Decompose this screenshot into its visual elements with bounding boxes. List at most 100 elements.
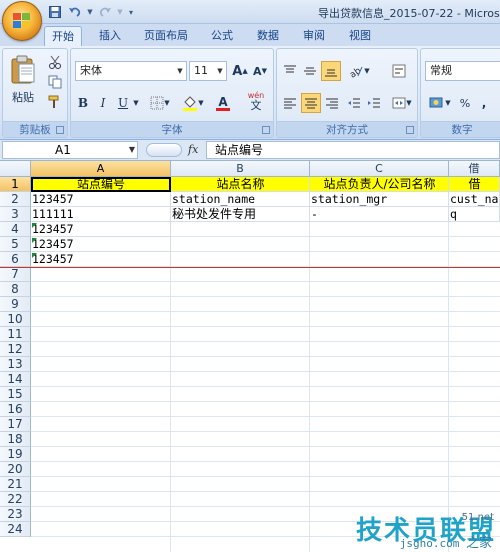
row-header[interactable]: 11 <box>0 327 31 342</box>
clipboard-group: 粘贴 剪贴板 <box>2 48 68 138</box>
cell-c2[interactable]: station_mgr <box>310 192 449 207</box>
fill-color-button[interactable]: ▼ <box>179 93 207 113</box>
row-header[interactable]: 2 <box>0 192 31 207</box>
row-header[interactable]: 23 <box>0 507 31 522</box>
cell-d2[interactable]: cust_na <box>449 192 500 207</box>
font-color-button[interactable]: A <box>209 93 237 113</box>
redo-icon[interactable] <box>96 4 114 20</box>
align-bottom-icon[interactable] <box>321 61 341 81</box>
cell-b1[interactable]: 站点名称 <box>171 177 310 192</box>
row-header[interactable]: 14 <box>0 372 31 387</box>
font-name-select[interactable]: 宋体 ▼ <box>75 61 187 81</box>
paste-button[interactable]: 粘贴 <box>7 51 39 109</box>
row-header[interactable]: 17 <box>0 417 31 432</box>
cell-a2[interactable]: 123457 <box>31 192 171 207</box>
comma-button[interactable]: , <box>477 93 491 113</box>
customize-qat-icon[interactable]: ▾ <box>126 4 136 20</box>
column-header-a[interactable]: A <box>31 161 171 177</box>
align-top-icon[interactable] <box>281 61 299 81</box>
select-all-corner[interactable] <box>0 161 31 177</box>
align-left-icon[interactable] <box>281 93 299 113</box>
column-header-c[interactable]: C <box>310 161 449 177</box>
alignment-launcher-icon[interactable] <box>406 126 414 134</box>
row-header[interactable]: 16 <box>0 402 31 417</box>
clipboard-launcher-icon[interactable] <box>56 126 64 134</box>
row-header[interactable]: 21 <box>0 477 31 492</box>
tab-data[interactable]: 数据 <box>250 26 286 46</box>
formula-bar-divider[interactable] <box>146 143 182 157</box>
cell-a5[interactable]: 123457 <box>31 237 171 252</box>
format-painter-icon[interactable] <box>45 93 65 111</box>
row-header[interactable]: 20 <box>0 462 31 477</box>
row-header[interactable]: 3 <box>0 207 31 222</box>
decrease-indent-icon[interactable] <box>345 93 363 113</box>
increase-indent-icon[interactable] <box>365 93 383 113</box>
bold-button[interactable]: B <box>75 93 91 113</box>
chevron-down-icon[interactable]: ▼ <box>131 93 141 113</box>
tab-page-layout[interactable]: 页面布局 <box>138 26 194 46</box>
cut-icon[interactable] <box>45 53 65 71</box>
cell-b3[interactable]: 秘书处发件专用 <box>171 207 310 222</box>
formula-input[interactable]: 站点编号 <box>206 141 500 159</box>
italic-button[interactable]: I <box>95 93 111 113</box>
chevron-down-icon[interactable]: ▼ <box>116 4 124 20</box>
row-header[interactable]: 12 <box>0 342 31 357</box>
tab-view[interactable]: 视图 <box>342 26 378 46</box>
cell-b2[interactable]: station_name <box>171 192 310 207</box>
column-header-d[interactable]: 借 <box>449 161 500 177</box>
percent-button[interactable]: % <box>457 93 473 113</box>
name-box[interactable]: A1 ▼ <box>2 141 138 159</box>
row-header[interactable]: 18 <box>0 432 31 447</box>
row-header[interactable]: 13 <box>0 357 31 372</box>
row-header[interactable]: 4 <box>0 222 31 237</box>
underline-button[interactable]: U <box>115 93 131 113</box>
row-header[interactable]: 6 <box>0 252 31 267</box>
number-format-select[interactable]: 常规 <box>425 61 500 81</box>
wrap-text-icon[interactable] <box>389 61 409 81</box>
cell-a6[interactable]: 123457 <box>31 252 171 267</box>
grow-font-button[interactable]: A ▲ <box>231 61 249 81</box>
number-group: 常规 ▼ % , 数字 <box>420 48 500 138</box>
cell-d1[interactable]: 借 <box>449 177 500 192</box>
accounting-format-icon[interactable]: ▼ <box>427 93 453 113</box>
shrink-font-button[interactable]: A ▼ <box>251 61 269 81</box>
insert-function-button[interactable]: fx <box>188 143 198 156</box>
phonetic-button[interactable]: wén 文 <box>241 89 271 113</box>
font-size-select[interactable]: 11 ▼ <box>189 61 227 81</box>
tab-home[interactable]: 开始 <box>44 26 82 46</box>
row-header[interactable]: 5 <box>0 237 31 252</box>
chevron-down-icon[interactable]: ▼ <box>86 4 94 20</box>
worksheet-grid[interactable]: A B C 借 1 2 3 4 5 6 7 8 9 10 11 12 13 14 15 16 17 18 19 20 2… <box>0 161 500 552</box>
column-header-b[interactable]: B <box>171 161 310 177</box>
merge-center-icon[interactable]: ▼ <box>389 93 415 113</box>
row-header[interactable]: 7 <box>0 267 31 282</box>
tab-insert[interactable]: 插入 <box>92 26 128 46</box>
office-button[interactable] <box>2 1 42 41</box>
row-header[interactable]: 9 <box>0 297 31 312</box>
cell-a1[interactable]: 站点编号 <box>31 177 171 192</box>
row-header[interactable]: 19 <box>0 447 31 462</box>
cell-c3[interactable]: - <box>310 207 449 222</box>
font-launcher-icon[interactable] <box>262 126 270 134</box>
cell-c1[interactable]: 站点负责人/公司名称 <box>310 177 449 192</box>
copy-icon[interactable] <box>45 73 65 91</box>
tab-review[interactable]: 审阅 <box>296 26 332 46</box>
undo-icon[interactable] <box>66 4 84 20</box>
row-header[interactable]: 10 <box>0 312 31 327</box>
row-header[interactable]: 1 <box>0 177 31 192</box>
cell-d3[interactable]: q <box>449 207 500 222</box>
font-group: 宋体 ▼ 11 ▼ A ▲ A ▼ B I U ▼ ▼ ▼ A wén 文 字体 <box>70 48 274 138</box>
borders-button[interactable]: ▼ <box>147 93 173 113</box>
cell-a4[interactable]: 123457 <box>31 222 171 237</box>
row-header[interactable]: 22 <box>0 492 31 507</box>
align-right-icon[interactable] <box>323 93 341 113</box>
row-header[interactable]: 15 <box>0 387 31 402</box>
save-icon[interactable] <box>46 4 64 20</box>
row-header[interactable]: 24 <box>0 522 31 537</box>
align-middle-icon[interactable] <box>301 61 319 81</box>
row-header[interactable]: 8 <box>0 282 31 297</box>
align-center-icon[interactable] <box>301 93 321 113</box>
cell-a3[interactable]: 111111 <box>31 207 171 222</box>
orientation-icon[interactable]: ab ▼ <box>345 61 373 81</box>
tab-formulas[interactable]: 公式 <box>204 26 240 46</box>
